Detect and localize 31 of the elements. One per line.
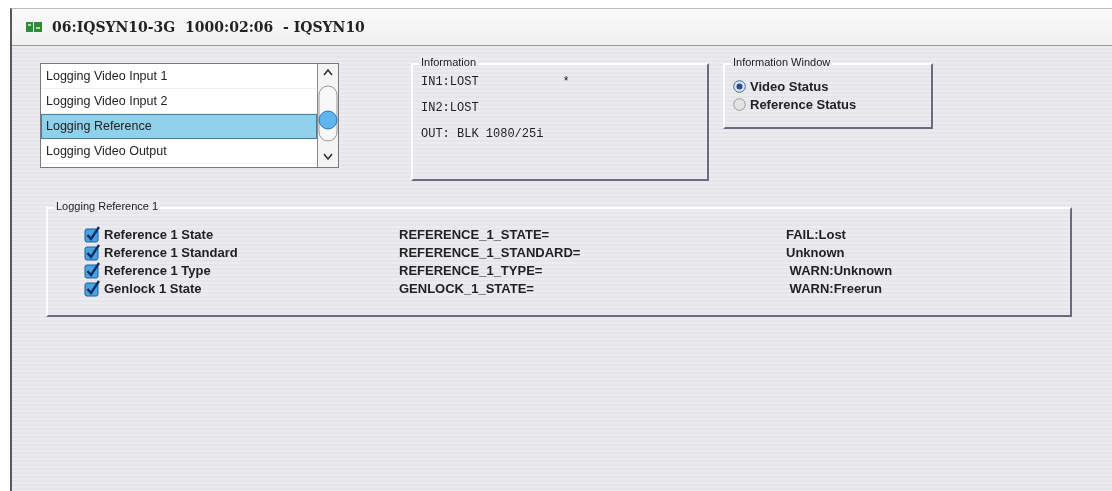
radio-label[interactable]: Reference Status (750, 96, 857, 112)
checkbox-label[interactable]: Genlock 1 State (104, 281, 202, 296)
checkbox[interactable] (84, 262, 100, 279)
status-value: Unknown (786, 245, 845, 260)
checkbox[interactable] (84, 244, 100, 261)
status-key: REFERENCE_1_TYPE= (399, 263, 543, 278)
info-line: IN2:LOST (421, 101, 479, 115)
checkbox[interactable] (84, 280, 100, 297)
panel-title: Information (419, 56, 479, 68)
scrollbar[interactable] (317, 64, 338, 167)
checkbox-label[interactable]: Reference 1 Type (104, 263, 211, 278)
status-value: WARN:Unknown (788, 263, 893, 278)
list-item[interactable]: Logging Reference (41, 114, 317, 139)
info-line: IN1:LOST (421, 75, 479, 89)
radio-button[interactable] (733, 79, 746, 93)
radio-button[interactable] (733, 97, 746, 111)
status-key: REFERENCE_1_STANDARD= (399, 245, 581, 260)
status-key: REFERENCE_1_STATE= (399, 227, 550, 242)
checkbox-label[interactable]: Reference 1 Standard (104, 245, 238, 260)
status-key: GENLOCK_1_STATE= (399, 281, 534, 296)
checkbox[interactable] (84, 226, 100, 243)
board-icon (26, 22, 42, 32)
window-title: 06:IQSYN10-3G 1000:02:06 - IQSYN10 (52, 19, 365, 35)
radio-label[interactable]: Video Status (750, 78, 829, 94)
checkbox-label[interactable]: Reference 1 State (104, 227, 214, 242)
panel-title: Logging Reference 1 (54, 200, 161, 212)
info-line: OUT: BLK 1080/25i (421, 127, 544, 141)
panel-title: Information Window (731, 56, 833, 68)
status-value: WARN:Freerun (788, 281, 883, 296)
status-value: FAIL:Lost (786, 227, 846, 242)
info-marker: * (562, 75, 570, 89)
